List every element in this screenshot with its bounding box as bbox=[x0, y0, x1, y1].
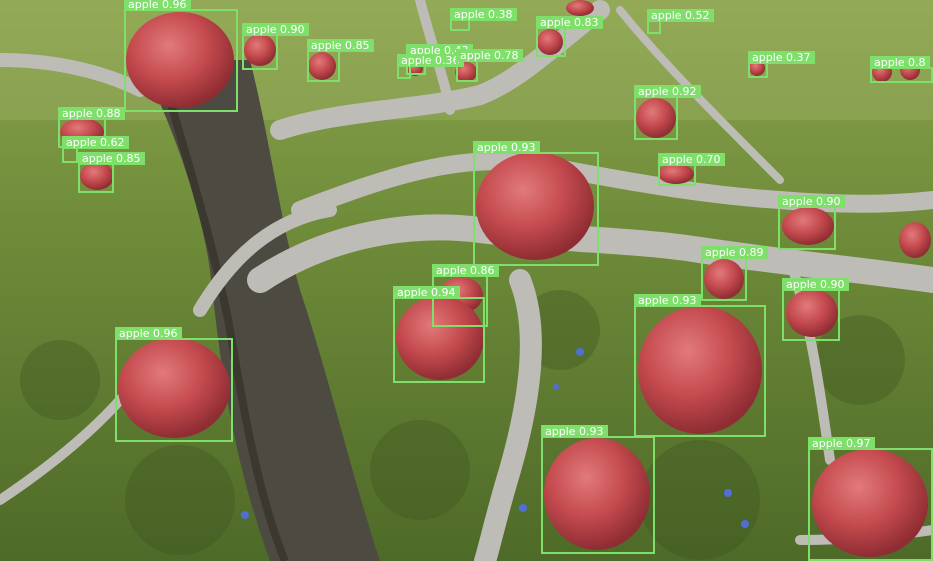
detection-box: apple 0.94 bbox=[393, 286, 485, 383]
detection-box: apple 0.83 bbox=[536, 16, 603, 57]
detection-label: apple 0.93 bbox=[634, 294, 701, 307]
detection-box: apple 0.37 bbox=[748, 51, 815, 78]
detection-box: apple 0.93 bbox=[473, 141, 599, 266]
detection-label: apple 0.86 bbox=[432, 264, 499, 277]
detection-box: apple 0.85 bbox=[307, 39, 374, 82]
detection-box: apple 0.78 bbox=[456, 49, 523, 82]
detection-label: apple 0.93 bbox=[473, 141, 540, 154]
detection-box: apple 0.92 bbox=[634, 85, 701, 140]
detection-box: apple 0.93 bbox=[541, 425, 655, 554]
detection-label: apple 0.37 bbox=[748, 51, 815, 64]
detection-label: apple 0.85 bbox=[307, 39, 374, 52]
detection-box: apple 0.36 bbox=[397, 54, 464, 79]
detection-label: apple 0.70 bbox=[658, 153, 725, 166]
detection-box: apple 0.97 bbox=[808, 437, 933, 561]
detection-label: apple 0.94 bbox=[393, 286, 460, 299]
detection-label: apple 0.90 bbox=[778, 195, 845, 208]
detection-box: apple 0.52 bbox=[647, 9, 714, 34]
detection-box: apple 0.8 bbox=[870, 56, 933, 83]
detection-label: apple 0.96 bbox=[115, 327, 182, 340]
detection-box: apple 0.93 bbox=[634, 294, 766, 437]
detection-box: apple 0.85 bbox=[78, 152, 145, 193]
detection-box: apple 0.90 bbox=[782, 278, 849, 341]
detection-box: apple 0.62 bbox=[62, 136, 129, 163]
detection-label: apple 0.88 bbox=[58, 107, 125, 120]
detection-label: apple 0.92 bbox=[634, 85, 701, 98]
detection-label: apple 0.78 bbox=[456, 49, 523, 62]
detection-box: apple 0.38 bbox=[450, 8, 517, 31]
orchard-photo: apple 0.96 apple 0.90 apple 0.85 apple 0… bbox=[0, 0, 933, 561]
detection-box: apple 0.96 bbox=[124, 0, 238, 112]
detection-box: apple 0.89 bbox=[701, 246, 768, 301]
detection-label: apple 0.97 bbox=[808, 437, 875, 450]
detection-box: apple 0.90 bbox=[778, 195, 845, 250]
detection-label: apple 0.93 bbox=[541, 425, 608, 438]
detection-label: apple 0.52 bbox=[647, 9, 714, 22]
detection-box: apple 0.70 bbox=[658, 153, 725, 186]
detection-label: apple 0.62 bbox=[62, 136, 129, 149]
detection-label: apple 0.90 bbox=[242, 23, 309, 36]
detection-label: apple 0.36 bbox=[397, 54, 464, 67]
detection-label: apple 0.90 bbox=[782, 278, 849, 291]
detection-box: apple 0.90 bbox=[242, 23, 309, 70]
detection-box: apple 0.96 bbox=[115, 327, 233, 442]
detection-label: apple 0.89 bbox=[701, 246, 768, 259]
detection-label: apple 0.83 bbox=[536, 16, 603, 29]
detection-label: apple 0.8 bbox=[870, 56, 930, 69]
detection-label: apple 0.96 bbox=[124, 0, 191, 11]
detection-label: apple 0.85 bbox=[78, 152, 145, 165]
detection-label: apple 0.38 bbox=[450, 8, 517, 21]
